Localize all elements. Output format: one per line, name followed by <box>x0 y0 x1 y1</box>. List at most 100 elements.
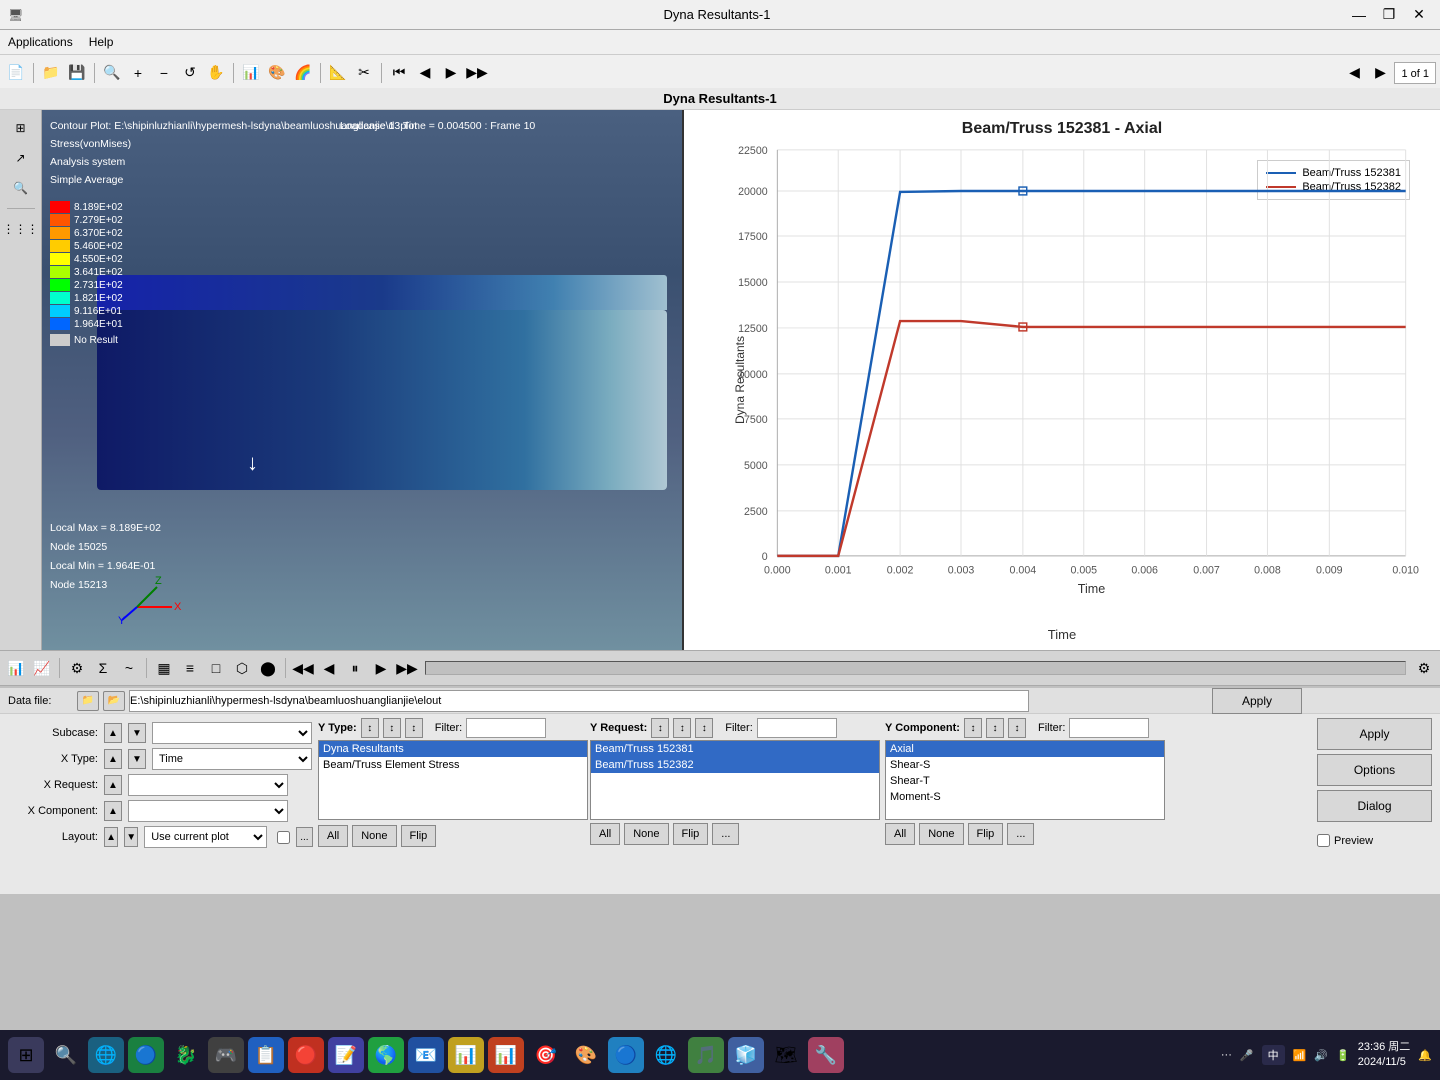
bt-graph[interactable]: 📊 <box>4 656 28 680</box>
tb-zoom-out[interactable]: − <box>152 61 176 85</box>
ycomp-item-axial[interactable]: Axial <box>886 741 1164 757</box>
layout-up[interactable]: ▲ <box>104 827 118 847</box>
ytype-sort2[interactable]: ↕ <box>383 718 401 738</box>
taskbar-icon-4[interactable]: 🎮 <box>208 1037 244 1073</box>
taskbar-icon-16[interactable]: 🎵 <box>688 1037 724 1073</box>
side-more[interactable]: ⋮⋮⋮ <box>7 215 35 243</box>
bt-line[interactable]: 📈 <box>30 656 54 680</box>
taskbar-icon-9[interactable]: 📧 <box>408 1037 444 1073</box>
taskbar-icon-17[interactable]: 🧊 <box>728 1037 764 1073</box>
yreq-sort3[interactable]: ↕ <box>695 718 713 738</box>
layout-down[interactable]: ▼ <box>124 827 138 847</box>
taskbar-icon-19[interactable]: 🔧 <box>808 1037 844 1073</box>
taskbar-icon-15[interactable]: 🌐 <box>648 1037 684 1073</box>
ycomp-sort2[interactable]: ↕ <box>986 718 1004 738</box>
xtype-up[interactable]: ▲ <box>104 749 122 769</box>
layout-select[interactable]: Use current plot <box>144 826 267 848</box>
yreq-flip[interactable]: Flip <box>673 823 709 845</box>
taskbar-icon-12[interactable]: 🎯 <box>528 1037 564 1073</box>
ycomp-more[interactable]: ... <box>1007 823 1034 845</box>
taskbar-icon-8[interactable]: 🌎 <box>368 1037 404 1073</box>
taskbar-more[interactable]: ··· <box>1221 1049 1232 1061</box>
taskbar-icon-6[interactable]: 🔴 <box>288 1037 324 1073</box>
taskbar-icon-5[interactable]: 📋 <box>248 1037 284 1073</box>
tb-zoom[interactable]: 🔍 <box>100 61 124 85</box>
ytype-all[interactable]: All <box>318 825 348 847</box>
xcomp-btn[interactable]: ▲ <box>104 801 122 821</box>
yreq-item-1[interactable]: Beam/Truss 152381 <box>591 741 879 757</box>
taskbar-icon-18[interactable]: 🗺 <box>768 1037 804 1073</box>
yreq-item-2[interactable]: Beam/Truss 152382 <box>591 757 879 773</box>
bt-pause[interactable]: ⏸ <box>343 656 367 680</box>
taskbar-icon-2[interactable]: 🔵 <box>128 1037 164 1073</box>
yreq-sort1[interactable]: ↕ <box>651 718 669 738</box>
ycomp-sort1[interactable]: ↕ <box>964 718 982 738</box>
ytype-sort3[interactable]: ↕ <box>405 718 423 738</box>
yreq-none[interactable]: None <box>624 823 668 845</box>
tb-material[interactable]: 🎨 <box>265 61 289 85</box>
bt-grid[interactable]: ▦ <box>152 656 176 680</box>
apply-button[interactable]: Apply <box>1212 688 1302 714</box>
bt-wave[interactable]: ~ <box>117 656 141 680</box>
bt-settings1[interactable]: ⚙ <box>65 656 89 680</box>
taskbar-lang[interactable]: 中 <box>1262 1045 1285 1065</box>
xreq-btn[interactable]: ▲ <box>104 775 122 795</box>
ycomponent-filter[interactable] <box>1069 718 1149 738</box>
ycomp-none[interactable]: None <box>919 823 963 845</box>
ycomp-item-shears[interactable]: Shear-S <box>886 757 1164 773</box>
df-open-btn[interactable]: 📁 <box>77 691 99 711</box>
taskbar-icon-10[interactable]: 📊 <box>448 1037 484 1073</box>
progress-bar[interactable] <box>425 661 1406 675</box>
bt-list[interactable]: ≡ <box>178 656 202 680</box>
xcomponent-select[interactable] <box>128 800 288 822</box>
tb-save[interactable]: 💾 <box>65 61 89 85</box>
ytype-sort1[interactable]: ↕ <box>361 718 379 738</box>
tb-pan[interactable]: ✋ <box>204 61 228 85</box>
bt-hex[interactable]: ⬡ <box>230 656 254 680</box>
layout-more[interactable]: ... <box>296 827 313 847</box>
tb-display[interactable]: 📊 <box>239 61 263 85</box>
taskbar-icon-3[interactable]: 🐉 <box>168 1037 204 1073</box>
ycomp-item-moments[interactable]: Moment-S <box>886 789 1164 805</box>
ytype-item-1[interactable]: Dyna Resultants <box>319 741 587 757</box>
datafile-input[interactable]: E:\shipinluzhianli\hypermesh-lsdyna\beam… <box>129 690 1029 712</box>
tb-anim-play[interactable]: ▶ <box>439 61 463 85</box>
tb-anim-next[interactable]: ▶▶ <box>465 61 489 85</box>
taskbar-start[interactable]: ⊞ <box>8 1037 44 1073</box>
bt-sum[interactable]: Σ <box>91 656 115 680</box>
tb-measure[interactable]: 📐 <box>326 61 350 85</box>
tb-rotate[interactable]: ↺ <box>178 61 202 85</box>
maximize-button[interactable]: ❐ <box>1376 4 1402 26</box>
tb-open[interactable]: 📁 <box>39 61 63 85</box>
bt-circle[interactable]: ⬤ <box>256 656 280 680</box>
ycomp-item-sheart[interactable]: Shear-T <box>886 773 1164 789</box>
tb-anim-back[interactable]: ⏮ <box>387 61 411 85</box>
bt-step-fwd[interactable]: ▶▶ <box>395 656 419 680</box>
bt-window[interactable]: □ <box>204 656 228 680</box>
side-select[interactable]: ⊞ <box>7 114 35 142</box>
subcase-down[interactable]: ▼ <box>128 723 146 743</box>
yrequest-filter[interactable] <box>757 718 837 738</box>
menu-help[interactable]: Help <box>89 35 114 49</box>
df-browse-btn[interactable]: 📂 <box>103 691 125 711</box>
tb-section[interactable]: ✂ <box>352 61 376 85</box>
ytype-flip[interactable]: Flip <box>401 825 437 847</box>
dialog-btn[interactable]: Dialog <box>1317 790 1432 822</box>
yreq-all[interactable]: All <box>590 823 620 845</box>
ycomp-flip[interactable]: Flip <box>968 823 1004 845</box>
taskbar-icon-13[interactable]: 🎨 <box>568 1037 604 1073</box>
bt-gear[interactable]: ⚙ <box>1412 656 1436 680</box>
preview-checkbox[interactable] <box>1317 834 1330 847</box>
bt-prev-frame[interactable]: ◀◀ <box>291 656 315 680</box>
ycomp-sort3[interactable]: ↕ <box>1008 718 1026 738</box>
taskbar-icon-11[interactable]: 📊 <box>488 1037 524 1073</box>
taskbar-search[interactable]: 🔍 <box>48 1037 84 1073</box>
tb-nav-back[interactable]: ◀ <box>1342 61 1366 85</box>
tb-new[interactable]: 📄 <box>4 61 28 85</box>
tb-zoom-in[interactable]: + <box>126 61 150 85</box>
tb-anim-prev[interactable]: ◀ <box>413 61 437 85</box>
close-button[interactable]: ✕ <box>1406 4 1432 26</box>
xtype-down[interactable]: ▼ <box>128 749 146 769</box>
subcase-select[interactable] <box>152 722 312 744</box>
side-search[interactable]: 🔍 <box>7 174 35 202</box>
